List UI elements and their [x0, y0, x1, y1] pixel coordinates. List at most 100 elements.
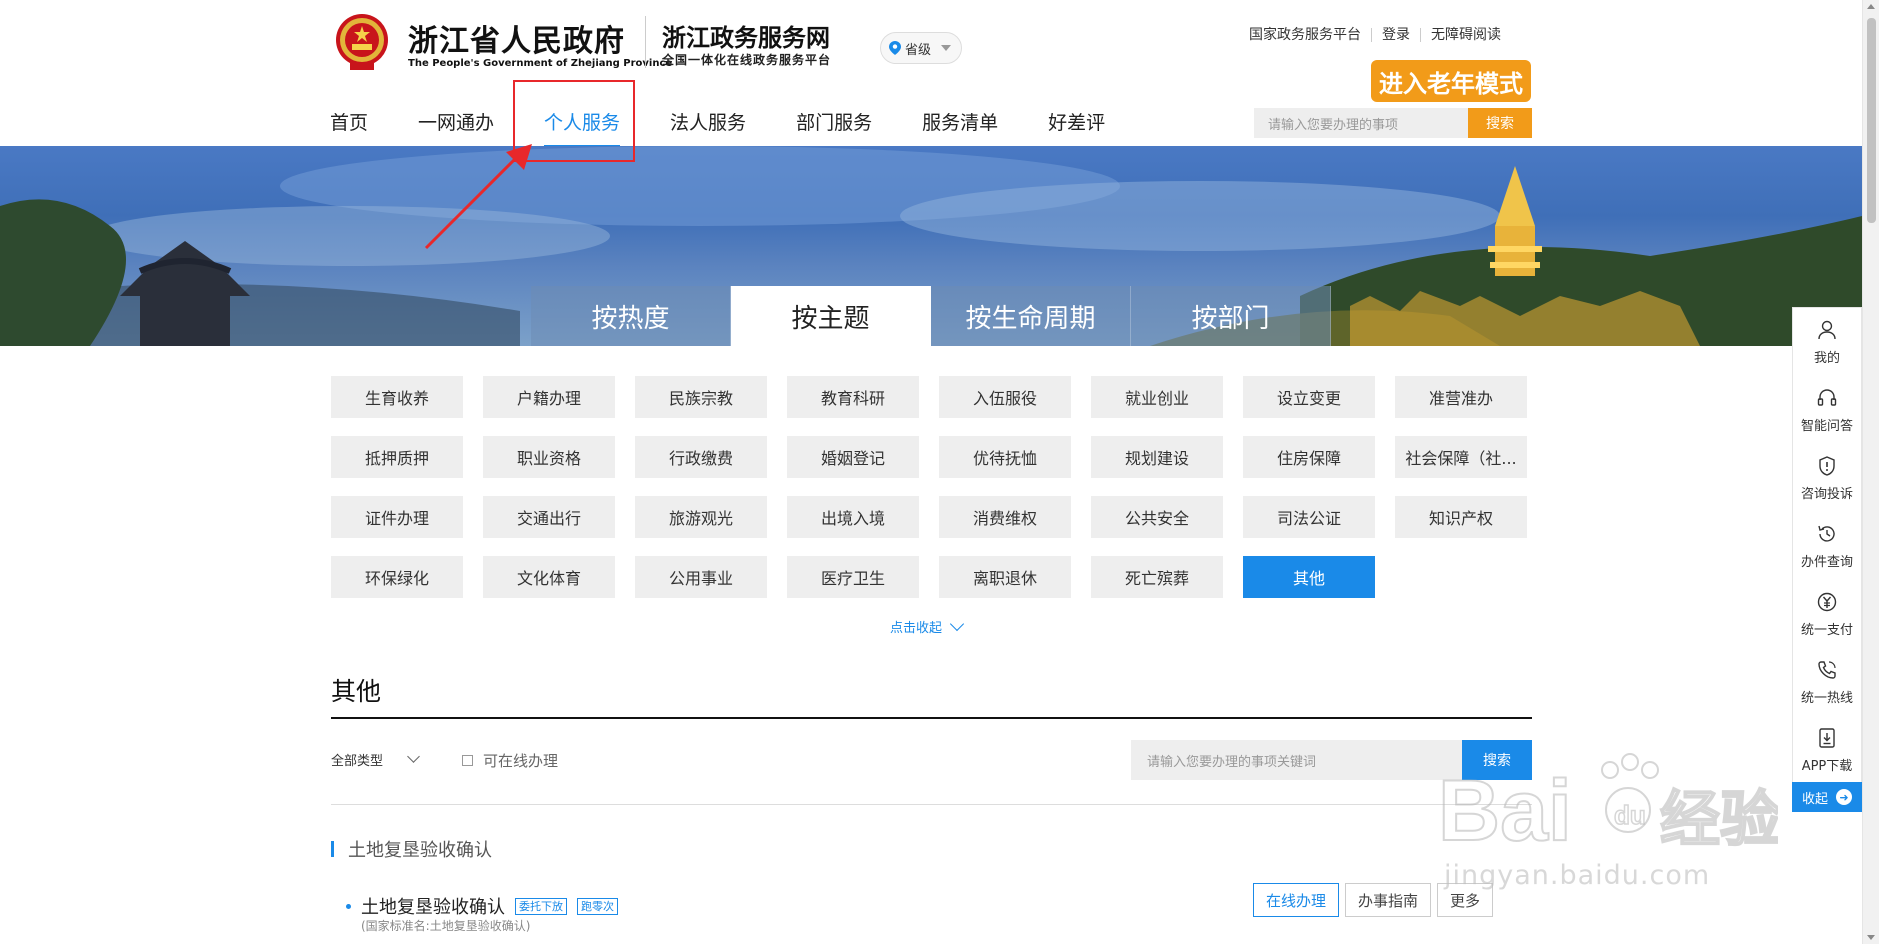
- shield-alert-icon: [1819, 455, 1835, 476]
- theme-chip[interactable]: 抵押质押: [331, 436, 463, 478]
- nav-service-list[interactable]: 服务清单: [922, 108, 998, 147]
- right-sidebar: 我的 智能问答 咨询投诉 办件查询 统一支付 统一热线 APP下载: [1792, 307, 1862, 785]
- gov-name: 浙江省人民政府: [408, 24, 625, 59]
- nav-department-service[interactable]: 部门服务: [796, 108, 872, 147]
- theme-chip[interactable]: 环保绿化: [331, 556, 463, 598]
- sidebar-item-smart-qa[interactable]: 智能问答: [1793, 376, 1861, 444]
- theme-chip[interactable]: 就业创业: [1091, 376, 1223, 418]
- scrollbar-thumb[interactable]: [1867, 18, 1876, 223]
- theme-chip[interactable]: 其他: [1243, 556, 1375, 598]
- section-divider: [331, 717, 1532, 719]
- gov-name-en: The People's Government of Zhejiang Prov…: [408, 58, 673, 69]
- sidebar-item-payment[interactable]: 统一支付: [1793, 580, 1861, 648]
- svg-text:du: du: [1614, 800, 1646, 830]
- theme-chip[interactable]: 职业资格: [483, 436, 615, 478]
- watermark-text: jingyan.baidu.com: [1444, 860, 1711, 891]
- category-tabs: 按热度 按主题 按生命周期 按部门: [531, 286, 1331, 346]
- theme-chip[interactable]: 知识产权: [1395, 496, 1527, 538]
- theme-chip[interactable]: 准营准办: [1395, 376, 1527, 418]
- group-marker: [331, 841, 334, 857]
- theme-chip[interactable]: 婚姻登记: [787, 436, 919, 478]
- theme-chip[interactable]: 社会保障（社...: [1395, 436, 1527, 478]
- theme-chip[interactable]: 设立变更: [1243, 376, 1375, 418]
- online-only-label: 可在线办理: [483, 752, 559, 770]
- sidebar-item-label: 办件查询: [1800, 554, 1853, 570]
- collapse-toggle[interactable]: 点击收起: [890, 616, 965, 636]
- headset-icon: [1817, 388, 1837, 406]
- theme-chip[interactable]: 旅游观光: [635, 496, 767, 538]
- header-search-input[interactable]: 请输入您要办理的事项: [1254, 108, 1468, 138]
- sidebar-item-app-download[interactable]: APP下载: [1793, 716, 1861, 784]
- theme-chip[interactable]: 住房保障: [1243, 436, 1375, 478]
- theme-chip[interactable]: 优待抚恤: [939, 436, 1071, 478]
- nav-legal-entity-service[interactable]: 法人服务: [670, 108, 746, 147]
- top-link-national-platform[interactable]: 国家政务服务平台: [1239, 28, 1371, 42]
- theme-chip[interactable]: 出境入境: [787, 496, 919, 538]
- theme-chip[interactable]: 规划建设: [1091, 436, 1223, 478]
- tab-by-life-cycle[interactable]: 按生命周期: [931, 286, 1131, 346]
- nav-home[interactable]: 首页: [330, 108, 368, 147]
- top-link-accessibility[interactable]: 无障碍阅读: [1420, 28, 1511, 42]
- type-filter-dropdown[interactable]: 全部类型: [331, 750, 420, 769]
- theme-chip[interactable]: 民族宗教: [635, 376, 767, 418]
- online-only-filter[interactable]: 可在线办理: [462, 750, 558, 771]
- nav-rating[interactable]: 好差评: [1048, 108, 1105, 147]
- group-title-text: 土地复垦验收确认: [348, 840, 492, 861]
- sidebar-collapse-button[interactable]: 收起 ➜: [1792, 782, 1862, 812]
- elder-mode-button[interactable]: 进入老年模式: [1371, 60, 1531, 102]
- svg-text:Bai: Bai: [1438, 763, 1572, 859]
- section-title: 其他: [331, 677, 382, 706]
- page: 浙江省人民政府 The People's Government of Zheji…: [0, 0, 1879, 944]
- result-group-title: 土地复垦验收确认: [331, 836, 492, 862]
- header-search-button[interactable]: 搜索: [1468, 108, 1532, 138]
- theme-chip[interactable]: 文化体育: [483, 556, 615, 598]
- theme-chip[interactable]: 行政缴费: [635, 436, 767, 478]
- theme-chip[interactable]: 公共安全: [1091, 496, 1223, 538]
- region-selector[interactable]: 省级: [880, 32, 962, 64]
- sidebar-item-label: APP下载: [1801, 758, 1853, 774]
- phone-icon: [1818, 660, 1836, 679]
- theme-chip[interactable]: 生育收养: [331, 376, 463, 418]
- bullet: [346, 903, 351, 909]
- sidebar-item-label: 智能问答: [1800, 418, 1853, 434]
- service-subtitle: 全国一体化在线政务服务平台: [662, 53, 832, 67]
- theme-chip[interactable]: 教育科研: [787, 376, 919, 418]
- region-label: 省级: [905, 42, 932, 58]
- item-search-input[interactable]: 请输入您要办理的事项关键词: [1131, 740, 1462, 780]
- sidebar-item-hotline[interactable]: 统一热线: [1793, 648, 1861, 716]
- theme-chip[interactable]: 死亡殡葬: [1091, 556, 1223, 598]
- theme-chip[interactable]: 交通出行: [483, 496, 615, 538]
- online-apply-button[interactable]: 在线办理: [1253, 883, 1340, 917]
- user-icon: [1818, 320, 1836, 339]
- sidebar-item-mine[interactable]: 我的: [1793, 308, 1861, 376]
- scroll-down-icon[interactable]: [1867, 935, 1875, 940]
- chevron-down-icon: [407, 750, 420, 763]
- online-only-checkbox[interactable]: [462, 755, 473, 766]
- tab-by-theme[interactable]: 按主题: [731, 286, 931, 346]
- header-divider: [645, 16, 646, 68]
- scroll-up-icon[interactable]: [1867, 4, 1875, 9]
- service-name: 浙江政务服务网: [662, 23, 830, 52]
- theme-chip[interactable]: 入伍服役: [939, 376, 1071, 418]
- theme-chip[interactable]: 司法公证: [1243, 496, 1375, 538]
- page-scrollbar[interactable]: [1862, 0, 1879, 944]
- theme-chip[interactable]: 公用事业: [635, 556, 767, 598]
- annotation-arrow-icon: [424, 144, 532, 250]
- sidebar-item-case-query[interactable]: 办件查询: [1793, 512, 1861, 580]
- tab-by-popularity[interactable]: 按热度: [531, 286, 731, 346]
- top-link-login[interactable]: 登录: [1371, 28, 1420, 42]
- tab-by-department[interactable]: 按部门: [1131, 286, 1331, 346]
- result-item-name[interactable]: 土地复垦验收确认: [361, 893, 505, 919]
- filter-divider: [331, 804, 1532, 805]
- theme-grid: 生育收养 户籍办理 民族宗教 教育科研 入伍服役 就业创业 设立变更 准营准办抵押质押 职业资格…: [331, 376, 1527, 598]
- sidebar-item-complaint[interactable]: 咨询投诉: [1793, 444, 1861, 512]
- theme-chip[interactable]: 医疗卫生: [787, 556, 919, 598]
- chevron-down-icon: [949, 616, 965, 631]
- theme-chip[interactable]: 离职退休: [939, 556, 1071, 598]
- guide-button[interactable]: 办事指南: [1345, 883, 1432, 917]
- history-icon: [1818, 525, 1835, 542]
- theme-chip[interactable]: 消费维权: [939, 496, 1071, 538]
- theme-chip[interactable]: 户籍办理: [483, 376, 615, 418]
- theme-chip[interactable]: 证件办理: [331, 496, 463, 538]
- result-item-standard-name: (国家标准名:土地复垦验收确认): [361, 919, 531, 933]
